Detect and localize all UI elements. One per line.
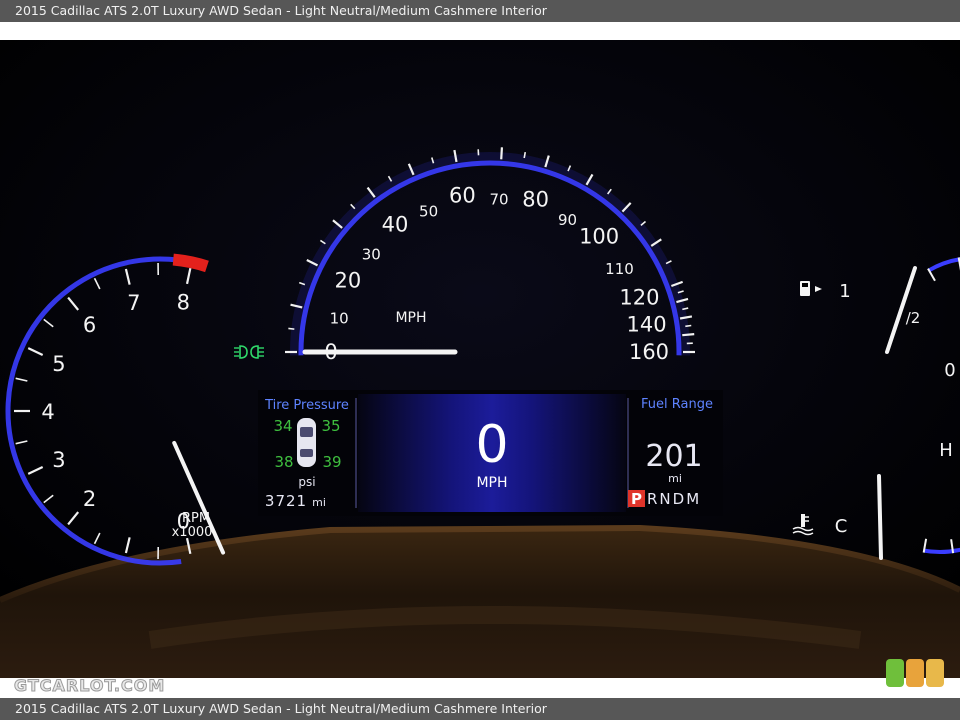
speedometer-tick <box>523 151 527 159</box>
traffic-light-logo-icon <box>886 659 944 687</box>
speedometer-label: 100 <box>579 224 619 248</box>
speedometer-tick <box>685 324 692 328</box>
speedometer-label: 140 <box>627 312 667 336</box>
speedometer-tick <box>500 147 504 160</box>
speedometer-label: 160 <box>629 340 669 364</box>
speedometer-label: 70 <box>489 190 508 208</box>
fuel-full-label: 1 <box>839 281 850 302</box>
speedometer-label: 80 <box>522 188 549 212</box>
tachometer-label: 3 <box>52 448 65 472</box>
fuel-range-unit: mi <box>668 472 682 485</box>
speedometer-tick <box>682 333 695 337</box>
speedometer-label: 120 <box>619 286 659 310</box>
temp-cold-label: C <box>835 516 848 537</box>
odometer-unit: mi <box>312 496 326 509</box>
caption-bottom: 2015 Cadillac ATS 2.0T Luxury AWD Sedan … <box>0 698 960 720</box>
speedometer-label: 60 <box>449 183 476 207</box>
car-top-view-icon <box>297 418 316 467</box>
speedometer-unit: MPH <box>395 310 426 326</box>
gear-selected: P <box>631 490 642 508</box>
speedometer-label: 10 <box>330 309 349 327</box>
fuel-empty-label: 0 <box>944 360 955 381</box>
speedometer-label: 50 <box>419 203 438 221</box>
speedometer-label: 110 <box>605 260 634 278</box>
temp-hot-label: H <box>939 440 953 461</box>
tachometer-label: 2 <box>83 487 96 511</box>
tachometer-label: 4 <box>41 400 54 424</box>
driver-info-center: Tire Pressure 34 35 38 39 psi 3721 mi 0 … <box>258 390 723 516</box>
fuel-range-value: 201 <box>645 439 702 474</box>
tachometer-label: 8 <box>177 290 190 314</box>
instrument-cluster-photo: 0 10 203040 50 60 70 80 90100 110 120140 160 MPH 0 2… <box>0 40 960 678</box>
tachometer-multiplier: x1000 <box>172 525 213 540</box>
tire-rear-right: 39 <box>322 453 341 471</box>
digital-speed-value: 0 <box>475 415 508 475</box>
odometer-value: 3721 <box>265 492 307 510</box>
gear-others: RNDM <box>647 490 701 508</box>
tire-pressure-title: Tire Pressure <box>264 398 349 413</box>
speedometer-label: 40 <box>382 212 409 236</box>
digital-speed-unit: MPH <box>476 475 507 491</box>
temp-needle <box>877 474 883 560</box>
tire-pressure-unit: psi <box>298 475 315 489</box>
tachometer-label: 7 <box>127 291 140 315</box>
speedometer-tick <box>288 327 295 330</box>
tachometer-label: 6 <box>83 313 96 337</box>
speedometer-label: 30 <box>362 245 381 263</box>
tire-rear-left: 38 <box>274 453 293 471</box>
top-border <box>0 22 960 40</box>
fuel-range-title: Fuel Range <box>641 397 713 412</box>
fuel-half-label: /2 <box>906 309 921 327</box>
tire-front-right: 35 <box>321 417 340 435</box>
watermark-logo: GTCARLOT.COM <box>13 676 166 696</box>
speedometer-label: 90 <box>558 211 577 229</box>
tire-front-left: 34 <box>273 417 292 435</box>
tachometer-label: 5 <box>52 352 65 376</box>
caption-top: 2015 Cadillac ATS 2.0T Luxury AWD Sedan … <box>0 0 960 22</box>
speedometer-label: 20 <box>335 269 362 293</box>
tachometer-redline <box>172 253 209 273</box>
